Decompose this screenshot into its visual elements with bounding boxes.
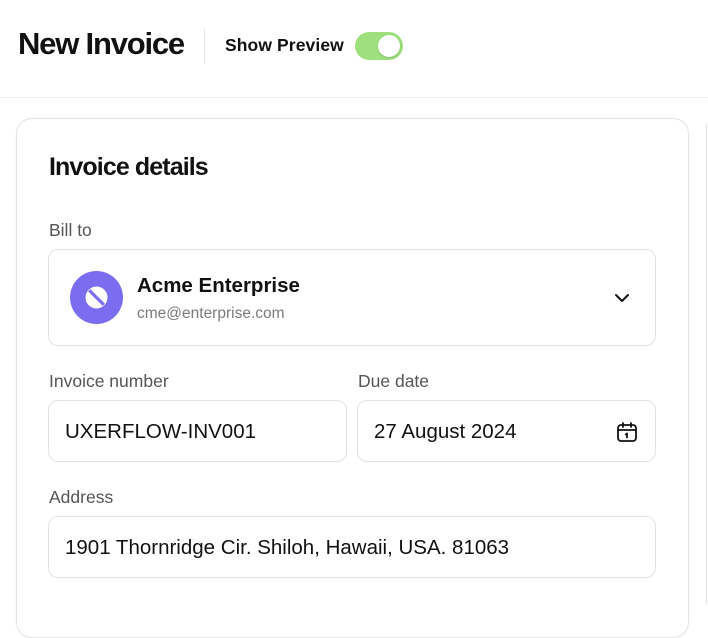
due-date-label: Due date [358, 371, 430, 391]
due-date-input[interactable]: 27 August 2024 [357, 400, 656, 462]
page-title: New Invoice [18, 26, 185, 61]
toggle-knob [378, 35, 400, 57]
header-divider [204, 28, 205, 64]
address-input[interactable]: 1901 Thornridge Cir. Shiloh, Hawaii, USA… [48, 516, 656, 578]
company-email: cme@enterprise.com [137, 305, 285, 322]
company-name: Acme Enterprise [137, 274, 300, 297]
chevron-down-icon[interactable] [613, 289, 631, 307]
adjacent-panel-edge [706, 124, 707, 604]
bill-to-label: Bill to [49, 220, 92, 240]
show-preview-toggle[interactable] [355, 32, 403, 60]
due-date-value: 27 August 2024 [374, 420, 517, 443]
invoice-number-label: Invoice number [49, 371, 169, 391]
company-avatar [70, 271, 123, 324]
invoice-number-input[interactable]: UXERFLOW-INV001 [48, 400, 347, 462]
calendar-icon[interactable] [615, 420, 639, 444]
invoice-number-value: UXERFLOW-INV001 [65, 420, 257, 443]
bill-to-select[interactable]: Acme Enterprise cme@enterprise.com [48, 249, 656, 346]
address-label: Address [49, 487, 114, 507]
address-value: 1901 Thornridge Cir. Shiloh, Hawaii, USA… [65, 536, 510, 559]
section-title: Invoice details [49, 153, 209, 181]
page-header: New Invoice Show Preview [0, 0, 708, 98]
slashed-circle-icon [85, 286, 108, 309]
show-preview-label: Show Preview [225, 35, 344, 55]
